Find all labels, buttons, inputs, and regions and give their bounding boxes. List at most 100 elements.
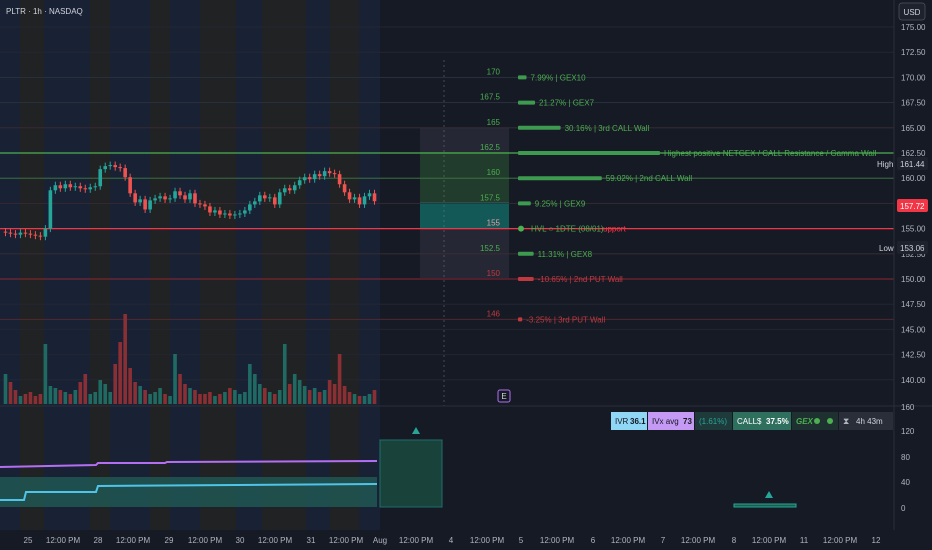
earnings-marker[interactable]: E — [497, 389, 511, 403]
price-tick-label: 165.00 — [901, 124, 926, 133]
strike-label: 155 — [487, 219, 501, 228]
candle-body — [138, 199, 142, 203]
volume-bar — [213, 396, 217, 404]
candle-body — [272, 197, 277, 205]
candle-body — [58, 185, 63, 189]
currency-button[interactable]: USD — [898, 2, 926, 21]
volume-bar — [178, 374, 182, 404]
candle-body — [153, 198, 157, 201]
volume-bar — [3, 374, 8, 404]
volume-bar — [118, 342, 122, 404]
change-value: (1.61%) — [699, 417, 727, 426]
volume-bar — [123, 314, 127, 404]
session-band — [236, 0, 262, 530]
session-band — [200, 0, 236, 530]
indicator-tick-label: 160 — [901, 403, 915, 412]
time-tick-label: 12:00 PM — [46, 536, 81, 545]
volume-bar — [267, 392, 272, 404]
time-tick-label: 12:00 PM — [258, 536, 293, 545]
indicator-tick-label: 0 — [901, 504, 906, 513]
candle-body — [43, 228, 48, 237]
price-tick-label: 167.50 — [901, 99, 926, 108]
time-tick-label: 8 — [732, 536, 737, 545]
calls-value: 37.5% — [766, 417, 789, 426]
volume-bar — [63, 392, 68, 404]
volume-bar — [93, 392, 98, 404]
candle-body — [98, 169, 103, 187]
volume-bar — [243, 392, 247, 404]
candle-body — [73, 186, 78, 188]
candle-body — [263, 195, 267, 199]
volume-bar — [277, 390, 282, 404]
time-tick-label: 12:00 PM — [540, 536, 575, 545]
svg-text:161.44: 161.44 — [900, 160, 925, 169]
volume-bar — [352, 394, 357, 404]
gex-dot-2 — [827, 418, 833, 424]
volume-bar — [88, 394, 93, 404]
hourglass-icon: ⧗ — [843, 416, 849, 426]
candle-body — [327, 171, 332, 174]
time-tick-label: 5 — [519, 536, 524, 545]
time-tick-label: 12:00 PM — [188, 536, 223, 545]
gex-bar — [518, 125, 561, 130]
volume-bar — [153, 392, 157, 404]
strike-label: 167.5 — [480, 93, 501, 102]
ivx-label: IVx avg — [652, 417, 679, 426]
volume-bar — [272, 394, 277, 404]
volume-bar — [307, 390, 312, 404]
low-marker: Low 153.06 — [879, 241, 928, 254]
volume-bar — [128, 368, 132, 404]
time-tick-label: 12 — [872, 536, 881, 545]
price-tick-label: 160.00 — [901, 174, 926, 183]
session-band — [359, 0, 380, 530]
candle-body — [357, 197, 362, 205]
candle-body — [302, 177, 307, 181]
session-band — [170, 0, 200, 530]
candle-body — [78, 186, 83, 189]
calls-label: CALL$ — [737, 417, 762, 426]
volume-bar — [103, 384, 108, 404]
price-tick-label: 145.00 — [901, 325, 926, 334]
volume-bar — [297, 380, 302, 404]
volume-bar — [317, 392, 322, 404]
volume-bar — [367, 394, 372, 404]
svg-text:153.06: 153.06 — [900, 244, 925, 253]
volume-bar — [203, 394, 207, 404]
candle-body — [223, 213, 227, 215]
strike-label: 160 — [487, 168, 501, 177]
time-tick-label: 12:00 PM — [823, 536, 858, 545]
time-tick-label: 30 — [236, 536, 245, 545]
volume-bar — [168, 396, 172, 404]
candle-body — [103, 166, 108, 170]
volume-bar — [322, 390, 327, 404]
volume-bar — [312, 388, 317, 404]
time-tick-label: 4 — [449, 536, 454, 545]
level-label: 9.25% | GEX9 — [535, 199, 586, 208]
candle-body — [18, 232, 23, 235]
session-bands — [0, 0, 380, 530]
strike-label: 146 — [487, 309, 501, 318]
session-band — [262, 0, 306, 530]
price-chart[interactable]: 170 7.99% | GEX10 167.5 21.27% | GEX7 165 30.… — [0, 0, 932, 550]
volume-bar — [158, 388, 162, 404]
strike-label: 170 — [487, 67, 501, 76]
candle-body — [367, 193, 372, 197]
volume-bar — [108, 392, 113, 404]
time-tick-label: 12:00 PM — [470, 536, 505, 545]
volume-bar — [48, 386, 53, 404]
candle-body — [342, 184, 347, 193]
candle-body — [322, 171, 327, 177]
volume-bar — [78, 382, 83, 404]
indicator-tick-label: 40 — [901, 478, 910, 487]
time-tick-label: 31 — [307, 536, 316, 545]
strike-label: 157.5 — [480, 193, 501, 202]
volume-bar — [53, 388, 58, 404]
candle-body — [188, 193, 192, 200]
price-tick-label: 170.00 — [901, 73, 926, 82]
volume-bar — [258, 384, 262, 404]
volume-bar — [372, 390, 377, 404]
time-tick-label: 12:00 PM — [329, 536, 364, 545]
strike-label: 152.5 — [480, 244, 501, 253]
candle-body — [23, 232, 28, 234]
strike-label: 162.5 — [480, 143, 501, 152]
